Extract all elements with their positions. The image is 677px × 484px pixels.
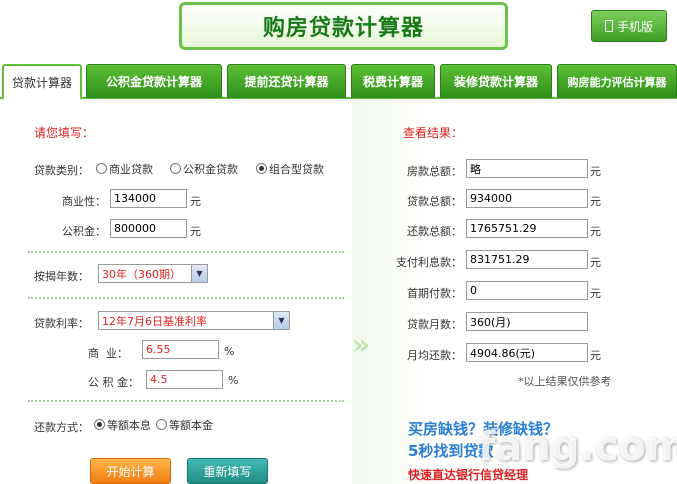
commercial-amount-input[interactable] (110, 189, 187, 208)
commercial-amount-label: 商业性： (62, 195, 106, 208)
tab-prepayment-calculator[interactable]: 提前还贷计算器 (227, 64, 346, 98)
tab-fund-loan-calculator[interactable]: 公积金贷款计算器 (86, 64, 222, 98)
tab-loan-calculator[interactable]: 贷款计算器 (2, 64, 82, 100)
result-monthly-payment[interactable] (466, 343, 588, 362)
result-label: 贷款总额： (407, 195, 462, 208)
radio-icon (96, 163, 107, 174)
unit-label: 元 (190, 225, 201, 238)
phone-icon (604, 20, 613, 32)
result-label: 贷款月数： (407, 318, 462, 331)
radio-fund-loan[interactable]: 公积金贷款 (170, 161, 238, 177)
radio-selected-icon (256, 163, 267, 174)
radio-selected-icon (94, 419, 105, 430)
fund-rate-label: 公 积 金： (88, 376, 139, 389)
radio-commercial-loan[interactable]: 商业贷款 (96, 161, 153, 177)
radio-icon (156, 419, 167, 430)
result-label: 首期付款： (407, 287, 462, 300)
mobile-version-button[interactable]: 手机版 (591, 10, 667, 42)
calculator-tabs: 贷款计算器 公积金贷款计算器 提前还贷计算器 税费计算器 装修贷款计算器 购房能… (0, 64, 677, 100)
result-loan-total[interactable] (466, 189, 588, 208)
result-repay-total[interactable] (466, 219, 588, 238)
result-down-payment[interactable] (466, 281, 588, 300)
chevron-down-icon: ▼ (273, 312, 289, 329)
unit-label: 元 (590, 195, 601, 208)
commercial-rate-input[interactable] (142, 340, 219, 359)
fund-amount-input[interactable] (110, 219, 187, 238)
radio-label: 组合型贷款 (269, 163, 324, 176)
double-chevron-icon: » (352, 328, 371, 361)
calculate-button[interactable]: 开始计算 (90, 458, 171, 484)
rate-select-value: 12年7月6日基准利率 (102, 315, 207, 328)
radio-combined-loan[interactable]: 组合型贷款 (256, 161, 324, 177)
tab-affordability-calculator[interactable]: 购房能力评估计算器 (557, 64, 677, 98)
radio-label: 等额本金 (169, 419, 213, 432)
result-note: *以上结果仅供参考 (518, 375, 612, 388)
mobile-version-label: 手机版 (616, 19, 653, 34)
dotted-divider (28, 251, 344, 253)
result-label: 还款总额： (407, 225, 462, 238)
unit-label: 元 (590, 256, 601, 269)
unit-label: 元 (590, 165, 601, 178)
fund-amount-label: 公积金： (62, 225, 106, 238)
unit-label: 元 (190, 195, 201, 208)
rate-select[interactable]: 12年7月6日基准利率 ▼ (98, 311, 290, 330)
radio-label: 商业贷款 (109, 163, 153, 176)
radio-label: 公积金贷款 (183, 163, 238, 176)
percent-label: % (224, 345, 235, 358)
radio-icon (170, 163, 181, 174)
result-interest[interactable] (466, 250, 588, 269)
unit-label: 元 (590, 225, 601, 238)
unit-label: 元 (590, 287, 601, 300)
tab-decoration-loan-calculator[interactable]: 装修贷款计算器 (440, 64, 552, 98)
fund-rate-input[interactable] (146, 370, 223, 389)
tab-tax-calculator[interactable]: 税费计算器 (351, 64, 435, 98)
form-title: 请您填写： (34, 126, 95, 140)
years-select-value: 30年（360期） (102, 268, 181, 281)
result-label: 月均还款： (407, 349, 462, 362)
results-title: 查看结果： (403, 126, 464, 140)
radio-equal-principal[interactable]: 等额本金 (156, 417, 213, 433)
years-select[interactable]: 30年（360期） ▼ (98, 264, 208, 283)
radio-equal-installment[interactable]: 等额本息 (94, 417, 151, 433)
page-title: 购房贷款计算器 (179, 2, 508, 50)
result-loan-months[interactable] (466, 312, 588, 331)
dotted-divider (28, 400, 344, 402)
commercial-rate-label: 商 业： (88, 347, 128, 360)
result-label: 房款总额： (407, 165, 462, 178)
repay-method-label: 还款方式： (34, 421, 89, 434)
dotted-divider (28, 297, 344, 299)
years-label: 按揭年数： (34, 270, 89, 283)
watermark-logo: fang.com (478, 424, 677, 470)
percent-label: % (228, 374, 239, 387)
loan-type-label: 贷款类别： (34, 164, 89, 177)
result-house-total[interactable] (466, 159, 588, 178)
rate-label: 贷款利率： (34, 317, 89, 330)
unit-label: 元 (590, 349, 601, 362)
radio-label: 等额本息 (107, 419, 151, 432)
reset-button[interactable]: 重新填写 (187, 458, 268, 484)
result-label: 支付利息款： (396, 256, 462, 269)
chevron-down-icon: ▼ (191, 265, 207, 282)
